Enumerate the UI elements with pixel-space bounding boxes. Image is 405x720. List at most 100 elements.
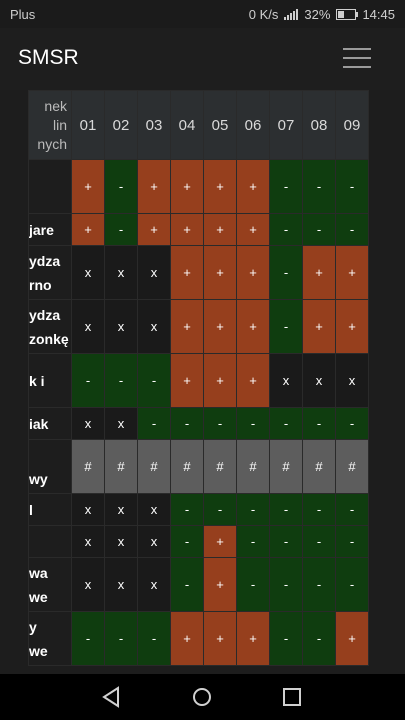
recents-icon[interactable] <box>280 686 304 708</box>
status-cell[interactable]: x <box>71 493 105 526</box>
status-cell[interactable]: - <box>104 159 138 214</box>
status-cell[interactable]: - <box>269 299 303 354</box>
status-cell[interactable]: x <box>137 299 171 354</box>
status-cell[interactable]: + <box>170 159 204 214</box>
status-cell[interactable]: + <box>170 245 204 300</box>
status-cell[interactable]: + <box>203 525 237 558</box>
status-cell[interactable]: x <box>137 525 171 558</box>
status-cell[interactable]: - <box>269 159 303 214</box>
status-cell[interactable]: + <box>335 245 369 300</box>
status-cell[interactable]: + <box>203 353 237 408</box>
status-cell[interactable]: + <box>203 159 237 214</box>
status-cell[interactable]: - <box>236 557 270 612</box>
status-cell[interactable]: # <box>269 439 303 494</box>
status-cell[interactable]: - <box>269 493 303 526</box>
back-icon[interactable] <box>100 686 124 708</box>
status-cell[interactable]: - <box>302 611 336 666</box>
status-cell[interactable]: # <box>137 439 171 494</box>
status-cell[interactable]: + <box>170 299 204 354</box>
status-cell[interactable]: + <box>203 245 237 300</box>
status-cell[interactable]: x <box>269 353 303 408</box>
status-cell[interactable]: - <box>71 611 105 666</box>
status-cell[interactable]: x <box>137 493 171 526</box>
status-cell[interactable]: x <box>71 245 105 300</box>
status-cell[interactable]: - <box>170 557 204 612</box>
status-cell[interactable]: # <box>71 439 105 494</box>
status-cell[interactable]: - <box>269 407 303 440</box>
status-cell[interactable]: x <box>104 245 138 300</box>
status-cell[interactable]: + <box>170 611 204 666</box>
status-cell[interactable]: + <box>203 557 237 612</box>
status-cell[interactable]: - <box>302 407 336 440</box>
status-cell[interactable]: + <box>137 159 171 214</box>
status-cell[interactable]: - <box>236 525 270 558</box>
status-cell[interactable]: - <box>104 213 138 246</box>
status-cell[interactable]: - <box>269 245 303 300</box>
status-cell[interactable]: # <box>104 439 138 494</box>
status-cell[interactable]: - <box>203 407 237 440</box>
home-icon[interactable] <box>190 686 214 708</box>
status-cell[interactable]: - <box>104 611 138 666</box>
status-cell[interactable]: + <box>203 213 237 246</box>
status-cell[interactable]: - <box>335 525 369 558</box>
status-cell[interactable]: - <box>269 213 303 246</box>
status-cell[interactable]: + <box>170 353 204 408</box>
status-cell[interactable]: x <box>104 525 138 558</box>
status-cell[interactable]: - <box>302 493 336 526</box>
status-cell[interactable]: - <box>137 407 171 440</box>
status-cell[interactable]: - <box>335 213 369 246</box>
status-cell[interactable]: + <box>203 299 237 354</box>
status-cell[interactable]: + <box>236 299 270 354</box>
status-cell[interactable]: - <box>236 493 270 526</box>
status-cell[interactable]: x <box>335 353 369 408</box>
status-cell[interactable]: - <box>335 557 369 612</box>
status-cell[interactable]: # <box>236 439 270 494</box>
status-cell[interactable]: + <box>71 159 105 214</box>
status-cell[interactable]: x <box>71 557 105 612</box>
status-cell[interactable]: - <box>104 353 138 408</box>
status-cell[interactable]: - <box>170 525 204 558</box>
status-cell[interactable]: + <box>137 213 171 246</box>
status-cell[interactable]: + <box>302 245 336 300</box>
status-cell[interactable]: - <box>71 353 105 408</box>
status-cell[interactable]: - <box>170 493 204 526</box>
status-cell[interactable]: - <box>137 353 171 408</box>
status-cell[interactable]: + <box>335 611 369 666</box>
status-cell[interactable]: x <box>104 299 138 354</box>
status-cell[interactable]: - <box>137 611 171 666</box>
status-cell[interactable]: x <box>71 299 105 354</box>
status-cell[interactable]: x <box>137 245 171 300</box>
status-cell[interactable]: - <box>302 159 336 214</box>
status-cell[interactable]: - <box>203 493 237 526</box>
status-cell[interactable]: - <box>335 159 369 214</box>
status-cell[interactable]: + <box>71 213 105 246</box>
status-cell[interactable]: - <box>302 213 336 246</box>
status-cell[interactable]: + <box>335 299 369 354</box>
status-cell[interactable]: x <box>71 407 105 440</box>
status-cell[interactable]: - <box>335 493 369 526</box>
hamburger-menu-button[interactable] <box>343 47 371 69</box>
status-cell[interactable]: + <box>236 611 270 666</box>
status-cell[interactable]: x <box>104 407 138 440</box>
status-cell[interactable]: - <box>269 525 303 558</box>
schedule-table-scroll[interactable]: nek lin nych 01 02 03 04 05 06 07 08 09 + - + + + + - - - jar… <box>0 90 405 674</box>
status-cell[interactable]: - <box>236 407 270 440</box>
status-cell[interactable]: # <box>170 439 204 494</box>
status-cell[interactable]: - <box>269 611 303 666</box>
status-cell[interactable]: - <box>302 525 336 558</box>
status-cell[interactable]: # <box>302 439 336 494</box>
status-cell[interactable]: x <box>137 557 171 612</box>
status-cell[interactable]: + <box>236 245 270 300</box>
status-cell[interactable]: - <box>335 407 369 440</box>
status-cell[interactable]: # <box>203 439 237 494</box>
status-cell[interactable]: x <box>104 557 138 612</box>
status-cell[interactable]: x <box>302 353 336 408</box>
status-cell[interactable]: x <box>104 493 138 526</box>
status-cell[interactable]: - <box>269 557 303 612</box>
status-cell[interactable]: # <box>335 439 369 494</box>
status-cell[interactable]: + <box>236 353 270 408</box>
status-cell[interactable]: + <box>170 213 204 246</box>
status-cell[interactable]: - <box>170 407 204 440</box>
status-cell[interactable]: + <box>302 299 336 354</box>
status-cell[interactable]: + <box>203 611 237 666</box>
